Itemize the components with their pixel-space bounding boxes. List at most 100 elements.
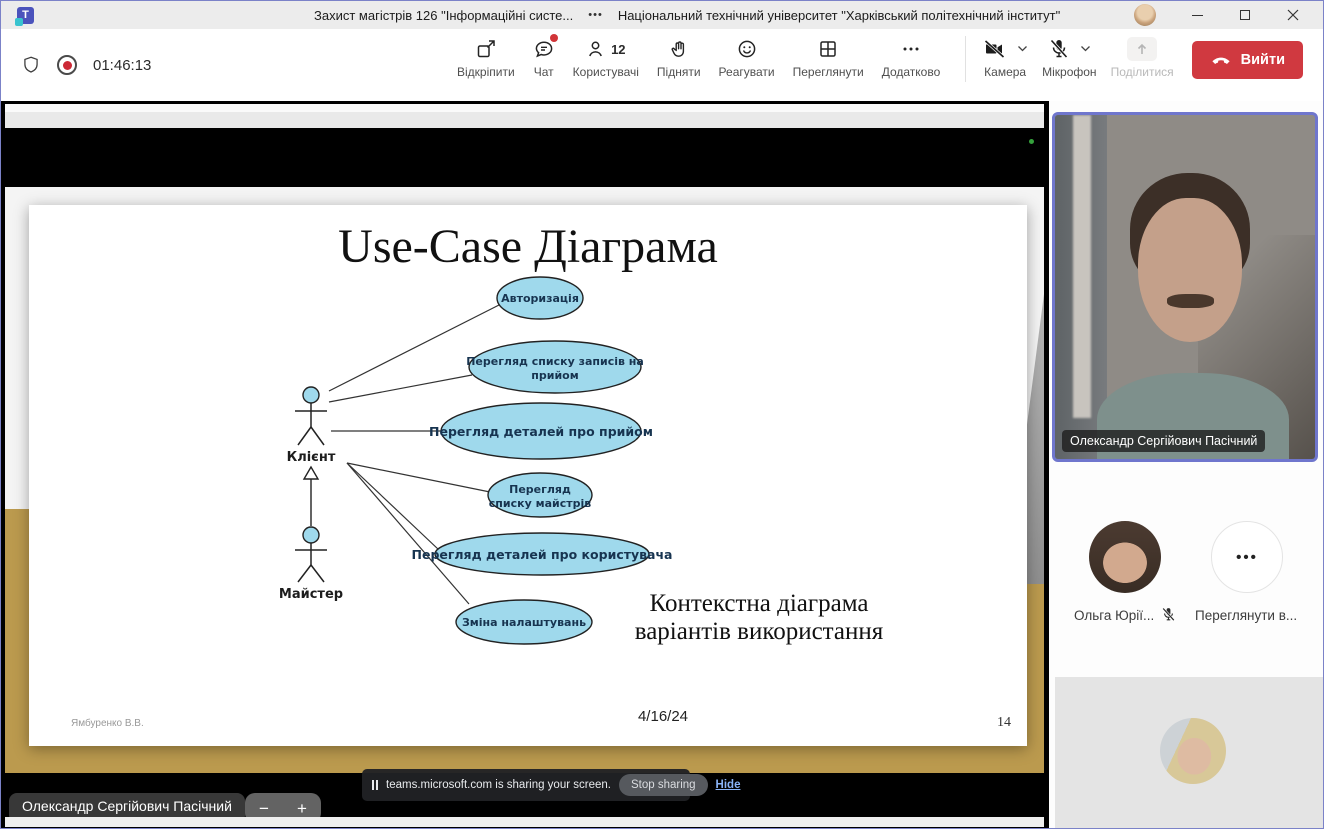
zoom-out-button[interactable]: − [259,800,269,817]
usecase-view-user-details: Перегляд деталей про користувача [412,533,673,575]
svg-text:Перегляд деталей про прийом: Перегляд деталей про прийом [429,424,653,439]
recording-indicator-icon [57,55,77,75]
participant-avatar-olha[interactable] [1089,521,1161,593]
template-gold-left [5,509,29,773]
generalization-arrow [304,467,318,526]
actor-client-label: Клієнт [287,450,336,465]
pause-icon [372,780,378,790]
unpin-button[interactable]: Відкріпити [457,36,515,79]
gallery-view-icon [817,38,839,60]
participant-name-olha: Ольга Юрії... [1074,608,1154,623]
microphone-button[interactable]: Мікрофон [1042,36,1096,79]
organization-title: Національний технічний університет "Харк… [618,8,1060,23]
teams-icon: T [17,7,34,24]
video-person-face [1138,198,1242,342]
actor-client: Клієнт [287,387,336,465]
shared-screen-toolbar-strip [5,112,1044,128]
usecase-view-appointment-details: Перегляд деталей про прийом [429,403,653,459]
sharing-message: teams.microsoft.com is sharing your scre… [386,779,611,791]
shared-screen-top-strip [5,104,1044,112]
actor-master-label: Майстер [279,587,343,602]
presentation-indicator-dot [1029,139,1034,144]
teams-meeting-window: T Захист магістрів 126 "Інформаційні сис… [0,0,1324,829]
meeting-title: Захист магістрів 126 "Інформаційні систе… [314,8,573,23]
pop-out-icon [475,38,497,60]
mic-off-icon [1047,37,1071,61]
overflow-label: Переглянути в... [1195,608,1297,623]
slide-canvas: Use-Case Діаграма [29,205,1027,746]
video-name-label: Олександр Сергійович Пасічний [1062,430,1265,452]
slide-date: 4/16/24 [638,708,688,725]
participants-button[interactable]: 12 Користувачі [573,36,639,79]
maximize-button[interactable] [1221,1,1269,29]
usecase-authorization: Авторизація [497,277,583,319]
presentation-area: Use-Case Діаграма [5,187,1044,773]
toolbar-center: Відкріпити Чат 12 Користувачі [457,36,940,79]
stop-sharing-button[interactable]: Stop sharing [619,774,708,796]
screen-sharing-toast: teams.microsoft.com is sharing your scre… [362,769,690,801]
shared-screen-bottom-strip [5,817,1044,827]
shield-icon [21,54,41,76]
meeting-timer: 01:46:13 [93,57,151,74]
leave-button[interactable]: Вийти [1192,41,1303,79]
overflow-participants-button[interactable]: ••• [1211,521,1283,593]
raise-hand-icon [668,38,690,60]
close-icon [1287,9,1299,21]
pinned-video-tile[interactable]: Олександр Сергійович Пасічний [1052,112,1318,462]
actor-master: Майстер [279,527,343,602]
view-button[interactable]: Переглянути [793,36,864,79]
maximize-icon [1240,10,1250,20]
svg-text:прийом: прийом [531,369,578,382]
participant-muted-mic-icon [1160,606,1177,628]
minimize-button[interactable] [1173,1,1221,29]
window-controls [1173,1,1317,29]
toolbar-right: Камера Мікрофон Поділити [965,36,1303,82]
camera-off-icon [982,37,1008,61]
raise-hand-button[interactable]: Підняти [657,36,701,79]
camera-button[interactable]: Камера [982,36,1028,79]
title-separator-dots: ••• [588,9,603,21]
slide-page-number: 14 [997,715,1011,730]
slide-caption-line1: Контекстна діаграма [650,590,869,617]
slide-author: Ямбуренко В.В. [71,717,144,729]
zoom-in-button[interactable]: + [297,800,307,817]
participants-sidebar: Олександр Сергійович Пасічний ••• Ольга … [1049,101,1324,829]
usecase-view-appointments-list: Перегляд списку записів на прийом [466,341,644,393]
ellipsis-icon [900,38,922,60]
video-person-mustache [1167,294,1214,308]
svg-text:Авторизація: Авторизація [501,292,579,305]
more-actions-button[interactable]: Додатково [882,36,941,79]
hang-up-icon [1210,49,1232,71]
usecase-view-masters-list: Перегляд списку майстрів [488,473,592,517]
use-case-diagram: Use-Case Діаграма [29,205,1027,746]
usecase-change-settings: Зміна налаштувань [456,600,592,644]
mic-chevron-icon[interactable] [1080,45,1091,53]
hide-toast-link[interactable]: Hide [716,779,741,791]
account-avatar[interactable] [1134,4,1156,26]
template-gray-wedge [1027,294,1044,584]
toolbar-divider [965,36,966,82]
video-window-light [1073,115,1091,418]
window-titlebar: T Захист магістрів 126 "Інформаційні сис… [1,1,1323,29]
window-title: Захист магістрів 126 "Інформаційні систе… [314,1,1060,29]
slide-caption-line2: варіантів використання [635,618,884,645]
participant-video-tile-bottom[interactable] [1055,677,1324,829]
react-button[interactable]: Реагувати [719,36,775,79]
chat-notification-badge [550,34,558,42]
slide-title: Use-Case Діаграма [338,220,718,273]
svg-text:Перегляд списку записів на: Перегляд списку записів на [466,355,644,368]
svg-text:Перегляд деталей про користува: Перегляд деталей про користувача [412,547,673,562]
minimize-icon [1192,15,1203,16]
svg-text:Перегляд: Перегляд [509,483,571,496]
toolbar-left: 01:46:13 [21,29,151,101]
svg-text:Зміна налаштувань: Зміна налаштувань [462,616,586,629]
meeting-toolbar: 01:46:13 Відкріпити Чат [1,29,1323,101]
participants-count: 12 [611,42,625,57]
chat-button[interactable]: Чат [533,36,555,79]
shared-screen-stage: Use-Case Діаграма [1,101,1049,829]
template-gold-right [1027,584,1044,746]
smiley-icon [736,38,758,60]
camera-chevron-icon[interactable] [1017,45,1028,53]
close-button[interactable] [1269,1,1317,29]
share-icon [1127,37,1157,61]
